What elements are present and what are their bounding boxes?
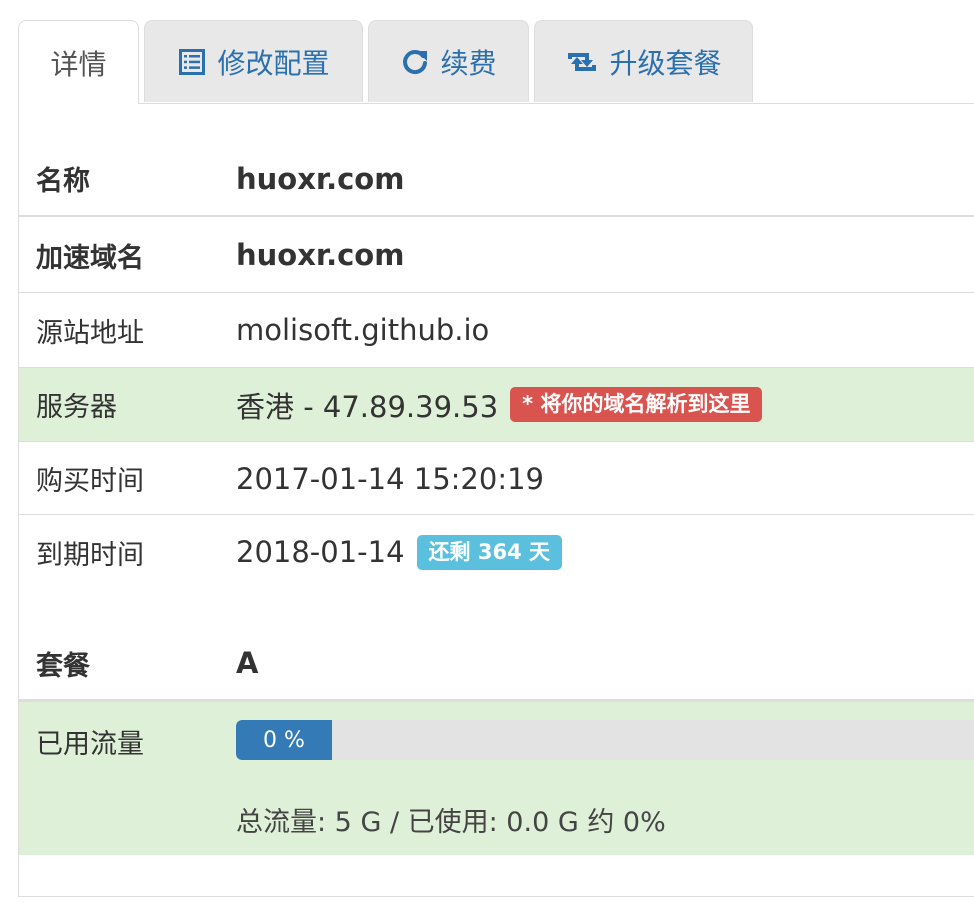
domain-detail-page: 详情 修改配置 续费 升级套餐 名称 huoxr.com 加速域名 huoxr.… — [0, 0, 974, 920]
origin-key: 源站地址 — [36, 317, 144, 349]
tab-label-modify-config: 修改配置 — [217, 46, 330, 80]
row-expire-time: 到期时间 2018-01-14 还剩 364 天 — [19, 515, 974, 589]
plan-value: A — [236, 646, 259, 680]
expire-time-value-wrap: 2018-01-14 还剩 364 天 — [236, 534, 563, 570]
domain-value: huoxr.com — [236, 238, 405, 272]
server-key: 服务器 — [36, 392, 117, 423]
retweet-icon — [565, 47, 599, 77]
tab-upgrade-plan[interactable]: 升级套餐 — [534, 20, 753, 102]
traffic-progress-bar: 0 % — [236, 720, 332, 760]
row-origin: 源站地址 molisoft.github.io — [19, 293, 974, 367]
expire-time-key: 到期时间 — [36, 539, 144, 571]
dns-hint-badge: * 将你的域名解析到这里 — [510, 387, 763, 422]
server-value: 香港 - 47.89.39.53 — [236, 389, 499, 424]
row-plan: 套餐 A — [19, 627, 974, 699]
traffic-key: 已用流量 — [36, 729, 144, 760]
days-remaining-badge: 还剩 364 天 — [416, 534, 563, 570]
tab-label-upgrade-plan: 升级套餐 — [609, 46, 722, 80]
row-server: 服务器 香港 - 47.89.39.53 * 将你的域名解析到这里 — [19, 368, 974, 441]
purchase-time-value: 2017-01-14 15:20:19 — [236, 461, 544, 496]
row-name: 名称 huoxr.com — [19, 140, 974, 217]
tab-details[interactable]: 详情 — [18, 20, 139, 104]
plan-key: 套餐 — [36, 650, 90, 682]
tab-label-details: 详情 — [50, 47, 107, 81]
tab-modify-config[interactable]: 修改配置 — [144, 20, 363, 102]
refresh-icon — [400, 47, 430, 77]
expire-time-value: 2018-01-14 — [236, 535, 405, 569]
tab-label-renew: 续费 — [440, 46, 497, 80]
purchase-time-key: 购买时间 — [36, 466, 144, 497]
tab-renew[interactable]: 续费 — [368, 20, 529, 102]
row-purchase-time: 购买时间 2017-01-14 15:20:19 — [19, 442, 974, 515]
tab-bar: 详情 修改配置 续费 升级套餐 — [18, 20, 974, 104]
row-domain: 加速域名 huoxr.com — [19, 217, 974, 293]
traffic-progress-label: 0 % — [263, 727, 305, 753]
detail-panel: 名称 huoxr.com 加速域名 huoxr.com 源站地址 molisof… — [18, 103, 974, 897]
traffic-summary: 总流量: 5 G / 已使用: 0.0 G 约 0% — [236, 807, 666, 838]
origin-value: molisoft.github.io — [236, 313, 490, 347]
server-value-wrap: 香港 - 47.89.39.53 * 将你的域名解析到这里 — [236, 384, 763, 426]
row-traffic: 已用流量 0 % 总流量: 5 G / 已使用: 0.0 G 约 0% — [19, 702, 974, 855]
name-key: 名称 — [36, 166, 90, 197]
name-value: huoxr.com — [236, 161, 405, 196]
traffic-progress: 0 % — [236, 720, 974, 760]
domain-key: 加速域名 — [36, 242, 144, 274]
list-icon — [177, 47, 207, 77]
